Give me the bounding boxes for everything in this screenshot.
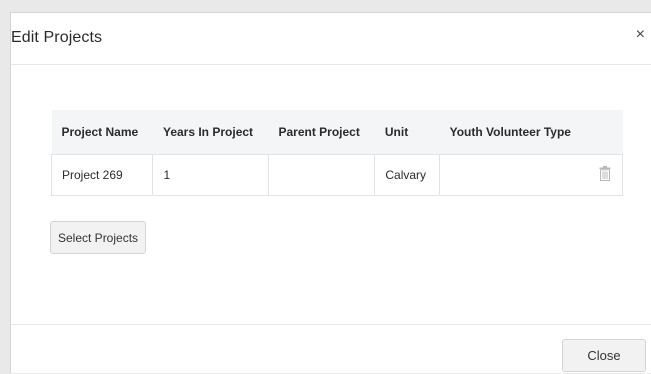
projects-table-wrapper: Project Name Years In Project Parent Pro… — [50, 110, 623, 196]
column-header-project-name: Project Name — [61, 125, 139, 139]
table-row: Project 269 1 Calvary — [50, 154, 623, 196]
modal-header: Edit Projects × — [11, 13, 651, 65]
column-header-parent-project: Parent Project — [278, 125, 360, 139]
column-header-years-in-project: Years In Project — [162, 125, 254, 139]
cell-project-name: Project 269 — [50, 154, 154, 196]
cell-unit: Calvary — [374, 154, 441, 196]
close-button[interactable]: Close — [562, 339, 646, 372]
close-icon[interactable]: × — [636, 27, 645, 43]
trash-icon[interactable] — [599, 166, 611, 184]
cell-parent-project — [267, 154, 376, 196]
modal-footer: Close — [11, 324, 651, 374]
projects-table: Project Name Years In Project Parent Pro… — [50, 110, 623, 196]
cell-youth-volunteer-type — [439, 154, 588, 196]
column-header-youth-volunteer-type: Youth Volunteer Type — [449, 125, 571, 139]
column-header-unit: Unit — [384, 125, 409, 139]
select-projects-button[interactable]: Select Projects — [50, 221, 147, 254]
table-header-row: Project Name Years In Project Parent Pro… — [51, 110, 623, 155]
edit-projects-modal: Edit Projects × Project Name Years In Pr… — [10, 12, 651, 373]
cell-actions — [588, 154, 623, 196]
cell-years-in-project: 1 — [152, 154, 269, 196]
modal-title: Edit Projects — [11, 29, 103, 46]
column-header-actions — [588, 110, 623, 155]
